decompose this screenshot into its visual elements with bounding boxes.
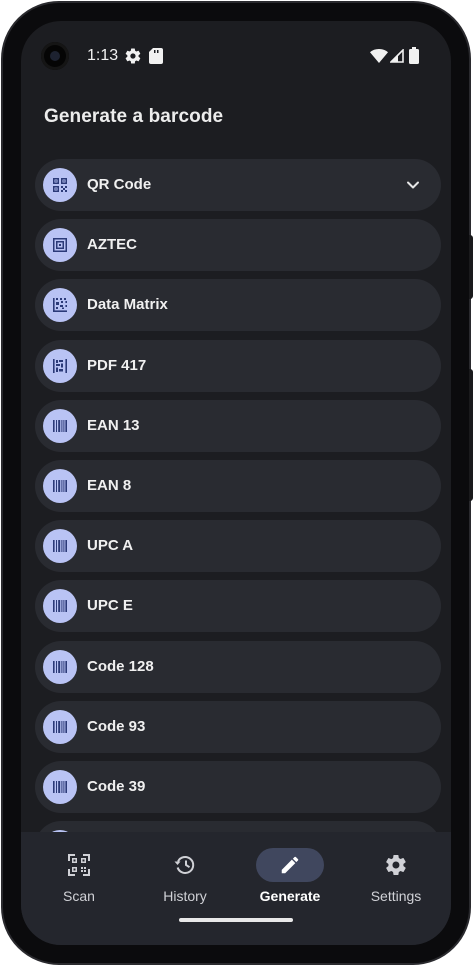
- gear-icon: [386, 855, 406, 876]
- barcode-item-upc-a[interactable]: UPC A: [35, 520, 441, 573]
- badge: [43, 348, 77, 383]
- nav-label: History: [163, 888, 207, 904]
- aztec-icon: [53, 238, 67, 253]
- barcode-icon: [53, 419, 67, 432]
- barcode-item-label: Code 128: [87, 657, 154, 675]
- nav-item-history[interactable]: History: [135, 832, 235, 945]
- badge: [43, 168, 77, 202]
- badge: [43, 228, 77, 263]
- nav-icon-container: [256, 848, 324, 882]
- barcode-item-label: Code 93: [87, 717, 146, 735]
- barcode-item-label: AZTEC: [87, 236, 137, 254]
- settings-gear-icon: [125, 48, 141, 64]
- wifi-icon: [370, 48, 388, 63]
- nav-label: Generate: [259, 888, 321, 904]
- data-matrix-icon: [53, 298, 67, 313]
- pencil-icon: [281, 856, 299, 874]
- front-camera: [41, 42, 69, 70]
- barcode-item-qr-code[interactable]: QR Code: [35, 159, 441, 211]
- badge: [43, 529, 77, 564]
- barcode-item-upc-e[interactable]: UPC E: [35, 580, 441, 633]
- barcode-item-ean-13[interactable]: EAN 13: [35, 399, 441, 452]
- chevron-down-icon[interactable]: [405, 177, 421, 193]
- history-icon: [174, 856, 195, 874]
- barcode-item-pdf-417[interactable]: PDF 417: [35, 339, 441, 392]
- nav-icon-container: [151, 848, 219, 882]
- barcode-item-label: UPC E: [87, 597, 133, 615]
- barcode-item-aztec[interactable]: AZTEC: [35, 219, 441, 272]
- battery-icon: [409, 47, 419, 64]
- nav-label: Scan: [63, 888, 95, 904]
- power-button: [469, 369, 473, 501]
- badge: [43, 649, 77, 684]
- barcode-icon: [53, 660, 67, 673]
- status-bar: 1:13: [21, 21, 451, 89]
- qr-code-icon: [53, 178, 67, 192]
- volume-button: [469, 235, 473, 299]
- barcode-icon: [53, 479, 67, 492]
- barcode-item-code-39[interactable]: Code 39: [35, 760, 441, 813]
- barcode-item-label: Code 39: [87, 777, 146, 795]
- badge: [43, 769, 77, 804]
- nav-item-generate[interactable]: Generate: [240, 832, 340, 945]
- barcode-item-label: UPC A: [87, 537, 134, 555]
- barcode-item-label: Data Matrix: [87, 296, 168, 314]
- nav-item-settings[interactable]: Settings: [346, 832, 446, 945]
- phone-frame: 1:13 Generate a barcode QR Code AZTEC Da…: [1, 1, 473, 965]
- badge: [43, 288, 77, 323]
- barcode-item-label: PDF 417: [87, 356, 147, 374]
- barcode-item-data-matrix[interactable]: Data Matrix: [35, 279, 441, 332]
- pdf417-icon: [53, 358, 67, 373]
- nav-icon-container: [45, 848, 113, 882]
- barcode-item-label: QR Code: [87, 176, 152, 193]
- barcode-icon: [53, 780, 67, 793]
- home-indicator[interactable]: [179, 918, 293, 922]
- scan-icon: [68, 854, 90, 876]
- signal-icon: [390, 49, 404, 63]
- badge: [43, 468, 77, 503]
- app-screen: 1:13 Generate a barcode QR Code AZTEC Da…: [21, 21, 451, 945]
- barcode-item-label: EAN 13: [87, 416, 140, 434]
- barcode-item-label: EAN 8: [87, 476, 132, 494]
- bottom-navigation: Scan History Generate Settings: [21, 832, 451, 945]
- barcode-item-code-128[interactable]: Code 128: [35, 640, 441, 693]
- badge: [43, 408, 77, 443]
- barcode-type-list: QR Code AZTEC Data Matrix PDF 417 EAN 13…: [35, 159, 441, 881]
- barcode-item-code-93[interactable]: Code 93: [35, 700, 441, 753]
- sd-card-icon: [149, 48, 163, 64]
- nav-icon-container: [362, 848, 430, 882]
- nav-label: Settings: [370, 888, 422, 904]
- barcode-icon: [53, 540, 67, 553]
- barcode-icon: [53, 600, 67, 613]
- page-title: Generate a barcode: [44, 106, 224, 127]
- barcode-item-ean-8[interactable]: EAN 8: [35, 459, 441, 512]
- barcode-icon: [53, 720, 67, 733]
- nav-item-scan[interactable]: Scan: [29, 832, 129, 945]
- status-time: 1:13: [87, 47, 119, 64]
- badge: [43, 589, 77, 624]
- badge: [43, 709, 77, 744]
